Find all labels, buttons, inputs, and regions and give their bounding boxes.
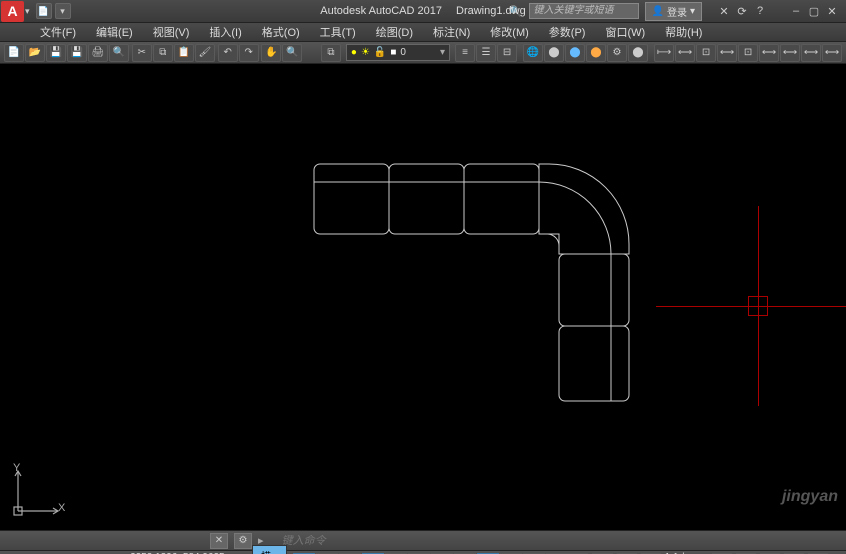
- tb-save-icon[interactable]: 💾: [46, 44, 66, 62]
- tb-paste-icon[interactable]: 📋: [174, 44, 194, 62]
- qat-dropdown-icon[interactable]: ▾: [55, 3, 71, 19]
- tb-layer-tool2-icon[interactable]: ☰: [476, 44, 496, 62]
- login-button[interactable]: 👤 登录 ▾: [645, 2, 702, 21]
- doc-restore-icon[interactable]: ▢: [806, 4, 822, 18]
- app-name: Autodesk AutoCAD 2017: [320, 5, 442, 17]
- tb-redo-icon[interactable]: ↷: [239, 44, 259, 62]
- tb-dim6-icon[interactable]: ⟷: [759, 44, 779, 62]
- tb-zoom-icon[interactable]: 🔍: [282, 44, 302, 62]
- tb-dim2-icon[interactable]: ⟷: [675, 44, 695, 62]
- layer-combo[interactable]: ● ☀ 🔓 ■ 0 ▾: [346, 44, 450, 61]
- tb-vstyle2-icon[interactable]: ⬤: [544, 44, 564, 62]
- main-toolbar: 📄 📂 💾 💾 🖨 🔍 ✂ ⧉ 📋 🖌 ↶ ↷ ✋ 🔍 ⧉ ● ☀ 🔓 ■ 0 …: [0, 42, 846, 64]
- tb-dim5-icon[interactable]: ⊡: [738, 44, 758, 62]
- tb-dim3-icon[interactable]: ⊡: [696, 44, 716, 62]
- tb-dim9-icon[interactable]: ⟷: [822, 44, 842, 62]
- doc-close-icon[interactable]: ✕: [824, 4, 840, 18]
- drawing-content: [0, 64, 846, 530]
- layer-on-icon: ●: [351, 47, 357, 58]
- doc-minimize-icon[interactable]: –: [788, 4, 804, 18]
- tb-dim7-icon[interactable]: ⟷: [780, 44, 800, 62]
- tb-new-icon[interactable]: 📄: [4, 44, 24, 62]
- layer-freeze-icon: ☀: [361, 47, 370, 58]
- tb-vstyle3-icon[interactable]: ⬤: [565, 44, 585, 62]
- tb-open-icon[interactable]: 📂: [25, 44, 45, 62]
- tb-layer-tool3-icon[interactable]: ⊟: [497, 44, 517, 62]
- a360-icon[interactable]: ⟳: [734, 4, 750, 18]
- quick-access-toolbar: 📄 ▾: [36, 3, 71, 19]
- menu-draw[interactable]: 绘图(D): [366, 22, 423, 42]
- menu-edit[interactable]: 编辑(E): [86, 22, 143, 42]
- menu-param[interactable]: 参数(P): [539, 22, 596, 42]
- layer-name: 0: [400, 47, 406, 58]
- tb-copy-icon[interactable]: ⧉: [153, 44, 173, 62]
- app-logo[interactable]: A: [1, 1, 24, 22]
- search-input[interactable]: 键入关键字或短语: [529, 3, 639, 19]
- tb-cut-icon[interactable]: ✂: [132, 44, 152, 62]
- menu-format[interactable]: 格式(O): [252, 22, 310, 42]
- ucs-y-label: Y: [13, 462, 20, 474]
- tb-dim8-icon[interactable]: ⟷: [801, 44, 821, 62]
- tb-match-icon[interactable]: 🖌: [195, 44, 215, 62]
- layer-lock-icon: 🔓: [374, 47, 386, 58]
- command-line: ✕ ⚙ ▸_: [0, 530, 846, 550]
- cmd-close-icon[interactable]: ✕: [210, 533, 228, 549]
- tb-vstyle1-icon[interactable]: 🌐: [523, 44, 543, 62]
- menu-view[interactable]: 视图(V): [143, 22, 200, 42]
- layer-dropdown-icon: ▾: [440, 47, 445, 58]
- menu-file[interactable]: 文件(F): [30, 22, 86, 42]
- toolbar-right: ≡ ☰ ⊟ 🌐 ⬤ ⬤ ⬤ ⚙ ⬤ ⟼ ⟷ ⊡ ⟷ ⊡ ⟷ ⟷ ⟷ ⟷: [455, 44, 842, 62]
- tb-vstyle5-icon[interactable]: ⚙: [607, 44, 627, 62]
- menu-bar: 文件(F) 编辑(E) 视图(V) 插入(I) 格式(O) 工具(T) 绘图(D…: [0, 23, 846, 42]
- tb-dim1-icon[interactable]: ⟼: [654, 44, 674, 62]
- exchange-icon[interactable]: ✕: [716, 4, 732, 18]
- doc-window-controls: – ▢ ✕: [788, 4, 840, 18]
- command-input[interactable]: [276, 535, 846, 547]
- title-right: 🔍 键入关键字或短语 👤 登录 ▾ ✕ ⟳ ? – ▢ ✕: [509, 2, 846, 21]
- app-menu-arrow[interactable]: ▾: [25, 6, 30, 17]
- menu-tools[interactable]: 工具(T): [310, 22, 366, 42]
- menu-window[interactable]: 窗口(W): [595, 22, 655, 42]
- tb-pan-icon[interactable]: ✋: [261, 44, 281, 62]
- layer-color-icon: ■: [390, 47, 396, 58]
- tb-dim4-icon[interactable]: ⟷: [717, 44, 737, 62]
- tb-layer-props-icon[interactable]: ⧉: [321, 44, 341, 62]
- model-tab[interactable]: 模型: [252, 545, 287, 554]
- qat-new-icon[interactable]: 📄: [36, 3, 52, 19]
- tb-layer-tool1-icon[interactable]: ≡: [455, 44, 475, 62]
- doc-name: Drawing1.dwg: [456, 5, 526, 17]
- watermark: jingyan: [782, 488, 838, 506]
- menu-dim[interactable]: 标注(N): [423, 22, 480, 42]
- login-dropdown-icon: ▾: [690, 6, 695, 17]
- help-icon[interactable]: ?: [752, 4, 768, 18]
- tb-undo-icon[interactable]: ↶: [218, 44, 238, 62]
- tb-saveas-icon[interactable]: 💾: [67, 44, 87, 62]
- cmd-config-icon[interactable]: ⚙: [234, 533, 252, 549]
- menu-insert[interactable]: 插入(I): [199, 22, 251, 42]
- title-text: Autodesk AutoCAD 2017 Drawing1.dwg: [320, 5, 525, 17]
- menu-help[interactable]: 帮助(H): [655, 22, 712, 42]
- status-bar: 2252.1396, 584.9625, 0.0000 模型 ▦ ⊞ ⊡ ╋ ∟…: [0, 550, 846, 554]
- tb-print-icon[interactable]: 🖨: [88, 44, 108, 62]
- menu-modify[interactable]: 修改(M): [480, 22, 539, 42]
- person-icon: 👤: [652, 6, 664, 17]
- window-controls: ✕ ⟳ ?: [716, 4, 768, 18]
- title-bar: A ▾ 📄 ▾ Autodesk AutoCAD 2017 Drawing1.d…: [0, 0, 846, 23]
- ucs-x-label: X: [58, 502, 65, 514]
- tb-preview-icon[interactable]: 🔍: [109, 44, 129, 62]
- ucs-icon: Y X: [10, 466, 65, 524]
- login-label: 登录: [667, 4, 687, 19]
- tb-vstyle6-icon[interactable]: ⬤: [628, 44, 648, 62]
- tb-vstyle4-icon[interactable]: ⬤: [586, 44, 606, 62]
- drawing-canvas[interactable]: Y X jingyan: [0, 64, 846, 530]
